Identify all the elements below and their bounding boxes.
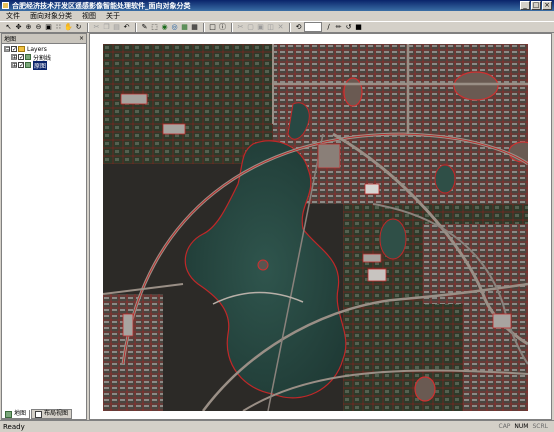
toolbar-separator	[203, 22, 205, 32]
folder-icon	[18, 46, 25, 52]
toolbar-separator	[87, 22, 89, 32]
menu-view[interactable]: 视图	[82, 11, 96, 21]
expand-icon[interactable]: ⊞	[11, 62, 17, 69]
sports-track	[343, 77, 363, 107]
toolbar-separator	[289, 22, 291, 32]
cut-icon[interactable]: ✂	[92, 23, 101, 32]
building-cluster	[362, 253, 382, 263]
layout-icon	[35, 410, 43, 418]
close-icon[interactable]: ×	[79, 35, 84, 42]
layer-label: 原图	[33, 60, 48, 70]
tab-map-label: 地图	[14, 410, 27, 417]
refresh-icon[interactable]: ↻	[74, 23, 83, 32]
title-bar: 合肥经济技术开发区遥感影像智能处理软件_面向对象分类 _ □ ×	[0, 0, 554, 11]
maximize-button[interactable]: □	[531, 1, 541, 10]
caps-indicator: CAP	[498, 423, 511, 430]
tool-select[interactable]	[304, 22, 322, 32]
table-icon[interactable]: ▦	[190, 23, 199, 32]
collapse-icon[interactable]: ⊟	[4, 46, 10, 53]
building-cluster	[317, 143, 341, 169]
status-bar: Ready CAP NUM SCRL	[0, 420, 554, 432]
keyboard-indicators: CAP NUM SCRL	[499, 423, 549, 430]
layer-tree: ⊟ ✓ Layers ⊞ ✓ 分割线 ⊞ ✓ 原图	[2, 44, 86, 70]
menu-object-classification[interactable]: 面向对象分类	[30, 11, 72, 21]
pointer-icon[interactable]: ↖	[4, 23, 13, 32]
save-icon[interactable]: ■	[354, 23, 363, 32]
satellite-image[interactable]	[103, 44, 528, 411]
building-cluster	[364, 183, 380, 195]
raster-layer-icon	[25, 62, 31, 68]
menu-about[interactable]: 关于	[106, 11, 120, 21]
urban-area	[463, 294, 528, 411]
building-cluster	[492, 313, 512, 329]
identify-icon[interactable]: ◉	[160, 23, 169, 32]
building-cluster	[367, 268, 387, 282]
globe-icon[interactable]: ◎	[170, 23, 179, 32]
app-icon	[2, 2, 9, 9]
select-icon[interactable]: ⬚	[150, 23, 159, 32]
split-icon[interactable]: ◫	[266, 23, 275, 32]
toolbar-separator	[231, 22, 233, 32]
layer-item-original[interactable]: ⊞ ✓ 原图	[4, 60, 86, 70]
layer-checkbox[interactable]: ✓	[18, 62, 24, 69]
map-viewport[interactable]	[89, 33, 552, 420]
fixed-zoom-icon[interactable]: ∷	[54, 23, 63, 32]
paste-icon[interactable]: ▤	[112, 23, 121, 32]
sports-track	[414, 376, 436, 402]
zoom-in-icon[interactable]: ⊕	[24, 23, 33, 32]
copy-icon[interactable]: ❐	[102, 23, 111, 32]
building-cluster	[120, 93, 148, 105]
building-cluster	[162, 123, 186, 135]
table-of-contents: 地图 × ⊟ ✓ Layers ⊞ ✓ 分割线 ⊞ ✓ 原图	[1, 33, 87, 420]
toolbar-separator	[135, 22, 137, 32]
roundabout	[257, 259, 269, 271]
toc-header: 地图 ×	[2, 34, 86, 44]
vertex-icon[interactable]: ▢	[246, 23, 255, 32]
zoom-out-icon[interactable]: ⊖	[34, 23, 43, 32]
toc-tabs: 地图 布局视图	[1, 409, 87, 419]
close-button[interactable]: ×	[542, 1, 552, 10]
pen-icon[interactable]: ✏	[334, 23, 343, 32]
status-text: Ready	[3, 422, 25, 431]
hand-icon[interactable]: ✋	[64, 23, 73, 32]
toc-title: 地图	[4, 36, 17, 43]
tab-layout[interactable]: 布局视图	[31, 409, 73, 419]
layer-checkbox[interactable]: ✓	[11, 46, 17, 53]
undo-icon[interactable]: ↶	[122, 23, 131, 32]
layer-checkbox[interactable]: ✓	[18, 54, 24, 61]
raster-layer-icon	[25, 54, 31, 60]
delete-icon[interactable]: ✕	[276, 23, 285, 32]
rotate-icon[interactable]: ⟲	[294, 23, 303, 32]
clip-icon[interactable]: ✂	[236, 23, 245, 32]
layers-icon[interactable]: ▦	[180, 23, 189, 32]
menu-file[interactable]: 文件	[6, 11, 20, 21]
info-icon[interactable]: ⓘ	[218, 23, 227, 32]
minimize-button[interactable]: _	[520, 1, 530, 10]
layout-icon[interactable]: □	[208, 23, 217, 32]
building-cluster	[122, 313, 134, 337]
map-icon	[5, 410, 12, 418]
num-indicator: NUM	[514, 423, 529, 430]
window-controls: _ □ ×	[520, 1, 552, 10]
measure-icon[interactable]: ∕	[324, 23, 333, 32]
undo-edit-icon[interactable]: ↺	[344, 23, 353, 32]
merge-icon[interactable]: ▣	[256, 23, 265, 32]
expand-icon[interactable]: ⊞	[11, 54, 17, 61]
toolbar: ↖ ✥ ⊕ ⊖ ▣ ∷ ✋ ↻ ✂ ❐ ▤ ↶ ✎ ⬚ ◉ ◎ ▦ ▦ □ ⓘ …	[0, 21, 554, 33]
pond	[379, 218, 407, 260]
full-extent-icon[interactable]: ▣	[44, 23, 53, 32]
layer-label: Layers	[27, 45, 47, 53]
menu-bar: 文件 面向对象分类 视图 关于	[0, 11, 554, 21]
tab-layout-label: 布局视图	[44, 410, 69, 417]
scroll-indicator: SCRL	[532, 423, 548, 430]
window-title: 合肥经济技术开发区遥感影像智能处理软件_面向对象分类	[12, 1, 191, 10]
tab-map[interactable]: 地图	[1, 410, 31, 419]
sports-track	[453, 71, 499, 101]
edit-icon[interactable]: ✎	[140, 23, 149, 32]
pan-icon[interactable]: ✥	[14, 23, 23, 32]
pond	[434, 164, 456, 194]
